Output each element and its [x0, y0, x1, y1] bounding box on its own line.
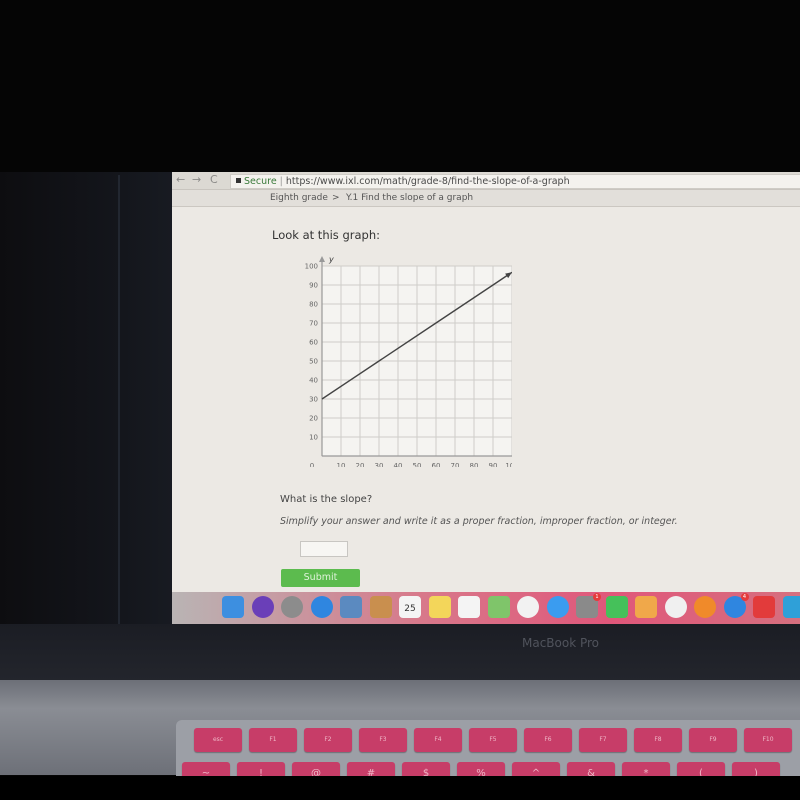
browser-window: ← → C Secure | https://www.ixl.com/math/gr…: [172, 172, 800, 592]
browser-toolbar: ← → C Secure | https://www.ixl.com/math/gr…: [172, 172, 800, 190]
y-tick-label: 90: [309, 282, 318, 290]
contacts-icon[interactable]: [369, 596, 392, 618]
y-tick-label: 70: [309, 320, 318, 328]
key-f5[interactable]: F5: [469, 728, 517, 752]
breadcrumb-grade[interactable]: Eighth grade: [270, 193, 328, 203]
ibooks-icon[interactable]: [694, 596, 716, 618]
launchpad-icon[interactable]: [281, 596, 303, 618]
breadcrumb-separator: >: [332, 193, 340, 203]
x-tick-label: 20: [356, 462, 365, 467]
calendar-date: 25: [404, 604, 416, 614]
itunes-icon[interactable]: [664, 596, 687, 618]
calendar-icon[interactable]: 25: [399, 596, 421, 618]
x-tick-label: 100: [505, 462, 512, 467]
preview-icon[interactable]: [340, 596, 362, 618]
lock-icon: [236, 178, 241, 183]
notification-badge: 1: [593, 593, 601, 601]
y-tick-label: 80: [309, 301, 318, 309]
system-preferences-icon[interactable]: 1: [576, 593, 601, 618]
finder-icon[interactable]: [222, 596, 244, 618]
back-icon[interactable]: ←: [176, 173, 185, 186]
x-tick-label: 30: [375, 462, 384, 467]
y-tick-label: 10: [309, 434, 318, 442]
y-axis-label: y: [328, 255, 334, 264]
y-tick-label: 20: [309, 415, 318, 423]
submit-button[interactable]: Submit: [281, 569, 360, 587]
bottom-frame: [0, 776, 800, 800]
slope-graph: 10 20 30 40 50 60 70 80 90 100 10 20 30 40 50 60 70 80 90 1…: [305, 255, 512, 467]
photos-icon[interactable]: [517, 596, 539, 618]
address-bar[interactable]: Secure | https://www.ixl.com/math/grade-8/…: [230, 174, 800, 189]
key-f1[interactable]: F1: [249, 728, 297, 752]
laptop-brand: MacBook Pro: [522, 636, 600, 650]
key-f8[interactable]: F8: [634, 728, 682, 752]
url-text: https://www.ixl.com/math/grade-8/find-th…: [285, 176, 570, 187]
left-background: [0, 172, 175, 657]
y-tick-label: 60: [309, 339, 318, 347]
instructions: Simplify your answer and write it as a p…: [280, 516, 678, 527]
key-f7[interactable]: F7: [579, 728, 627, 752]
y-tick-label: 30: [309, 396, 318, 404]
maps-icon[interactable]: [487, 596, 510, 618]
background-edge: [118, 175, 120, 655]
y-axis-arrow: [319, 256, 325, 262]
key-f4[interactable]: F4: [414, 728, 462, 752]
x-tick-label: 80: [470, 462, 479, 467]
facetime-icon[interactable]: [605, 596, 628, 618]
safari-icon[interactable]: [310, 596, 333, 618]
forward-icon[interactable]: →: [192, 173, 201, 186]
y-tick-label: 40: [309, 377, 318, 385]
key-f9[interactable]: F9: [689, 728, 737, 752]
roblox-studio-icon[interactable]: [782, 596, 800, 618]
reload-icon[interactable]: C: [210, 173, 218, 186]
x-tick-label: 60: [432, 462, 441, 467]
macos-dock: 25 1 4: [172, 592, 800, 624]
y-tick-label: 50: [309, 358, 318, 366]
question-text: What is the slope?: [280, 494, 373, 505]
question-prompt: Look at this graph:: [272, 228, 380, 242]
messages-icon[interactable]: [546, 596, 569, 618]
key-esc[interactable]: esc: [194, 728, 242, 752]
pages-icon[interactable]: [635, 596, 657, 618]
url-separator: |: [279, 176, 283, 187]
secure-label: Secure: [244, 176, 277, 187]
x-tick-label: 10: [337, 462, 346, 467]
notes-icon[interactable]: [428, 596, 451, 618]
roblox-icon[interactable]: [753, 596, 775, 618]
app-store-icon[interactable]: 4: [723, 593, 749, 618]
x-tick-label: 40: [394, 462, 403, 467]
screen-bezel: [0, 624, 800, 680]
x-tick-label: 70: [451, 462, 460, 467]
y-tick-label: 100: [305, 263, 318, 271]
breadcrumb-skill[interactable]: Y.1 Find the slope of a graph: [346, 193, 473, 203]
reminders-icon[interactable]: [458, 596, 480, 618]
key-f3[interactable]: F3: [359, 728, 407, 752]
answer-input[interactable]: [300, 541, 348, 557]
key-f6[interactable]: F6: [524, 728, 572, 752]
key-f2[interactable]: F2: [304, 728, 352, 752]
key-f10[interactable]: F10: [744, 728, 792, 752]
keyboard: esc F1 F2 F3 F4 F5 F6 F7 F8 F9 F10 ~! @ # $% ^ & *(): [176, 720, 800, 786]
breadcrumb: Eighth grade > Y.1 Find the slope of a g…: [172, 190, 800, 207]
x-tick-label: 90: [489, 462, 498, 467]
notification-badge: 4: [740, 593, 749, 601]
x-tick-label: 50: [413, 462, 422, 467]
origin-label: 0: [310, 462, 314, 467]
siri-icon[interactable]: [251, 596, 274, 618]
